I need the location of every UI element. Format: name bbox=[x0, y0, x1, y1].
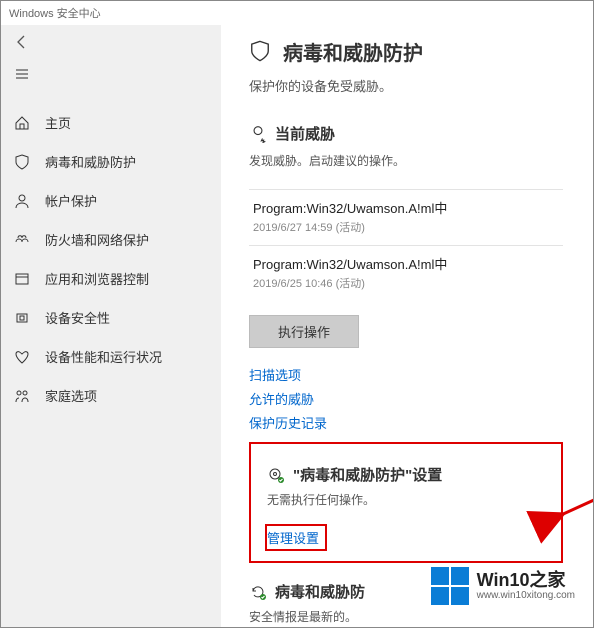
wifi-icon bbox=[13, 231, 31, 249]
page-subtitle: 保护你的设备免受威胁。 bbox=[249, 76, 593, 95]
sidebar-item-label: 家庭选项 bbox=[45, 386, 97, 405]
threats-subheading: 发现威胁。启动建议的操作。 bbox=[249, 152, 593, 169]
threat-item[interactable]: Program:Win32/Uwamson.A!ml中 2019/6/25 10… bbox=[249, 245, 563, 301]
watermark: Win10之家 www.win10xitong.com bbox=[425, 563, 581, 609]
threats-heading: 当前威胁 bbox=[275, 123, 335, 144]
window-titlebar: Windows 安全中心 bbox=[1, 1, 593, 25]
sidebar-item-virus[interactable]: 病毒和威胁防护 bbox=[1, 142, 221, 181]
back-icon[interactable] bbox=[11, 31, 33, 53]
app-icon bbox=[13, 270, 31, 288]
sidebar-item-account[interactable]: 帐户保护 bbox=[1, 181, 221, 220]
link-protection-history[interactable]: 保护历史记录 bbox=[249, 413, 593, 432]
sidebar-item-performance[interactable]: 设备性能和运行状况 bbox=[1, 337, 221, 376]
main-content: 病毒和威胁防护 保护你的设备免受威胁。 当前威胁 发现威胁。启动建议的操作。 P… bbox=[221, 25, 593, 627]
threat-meta: 2019/6/25 10:46 (活动) bbox=[253, 275, 559, 291]
watermark-brand: Win10之家 bbox=[477, 571, 575, 591]
sidebar-item-family[interactable]: 家庭选项 bbox=[1, 376, 221, 415]
sidebar-item-label: 应用和浏览器控制 bbox=[45, 269, 149, 288]
updates-line1: 安全情报是最新的。 bbox=[249, 608, 593, 625]
person-icon bbox=[13, 192, 31, 210]
sidebar-item-firewall[interactable]: 防火墙和网络保护 bbox=[1, 220, 221, 259]
settings-subheading: 无需执行任何操作。 bbox=[267, 491, 545, 508]
settings-section: "病毒和威胁防护"设置 无需执行任何操作。 管理设置 bbox=[249, 442, 563, 563]
threat-name: Program:Win32/Uwamson.A!ml中 bbox=[253, 198, 559, 217]
sidebar-item-label: 病毒和威胁防护 bbox=[45, 152, 136, 171]
manage-settings-link[interactable]: 管理设置 bbox=[267, 526, 325, 549]
link-scan-options[interactable]: 扫描选项 bbox=[249, 365, 593, 384]
updates-heading: 病毒和威胁防 bbox=[275, 581, 365, 602]
threat-icon bbox=[249, 125, 267, 143]
window-title: Windows 安全中心 bbox=[9, 5, 101, 21]
watermark-url: www.win10xitong.com bbox=[477, 590, 575, 601]
home-icon bbox=[13, 114, 31, 132]
sidebar-item-home[interactable]: 主页 bbox=[1, 103, 221, 142]
settings-heading: "病毒和威胁防护"设置 bbox=[293, 464, 442, 485]
chip-icon bbox=[13, 309, 31, 327]
sidebar-item-app[interactable]: 应用和浏览器控制 bbox=[1, 259, 221, 298]
threat-meta: 2019/6/27 14:59 (活动) bbox=[253, 219, 559, 235]
heart-icon bbox=[13, 348, 31, 366]
link-allowed-threats[interactable]: 允许的威胁 bbox=[249, 389, 593, 408]
page-title: 病毒和威胁防护 bbox=[283, 37, 423, 66]
menu-icon[interactable] bbox=[11, 63, 33, 85]
threat-item[interactable]: Program:Win32/Uwamson.A!ml中 2019/6/27 14… bbox=[249, 189, 563, 245]
sidebar: 主页 病毒和威胁防护 帐户保护 防火墙和网络保护 应用和浏览器控制 bbox=[1, 25, 221, 627]
sidebar-item-label: 主页 bbox=[45, 113, 71, 132]
windows-logo-icon bbox=[431, 567, 469, 605]
threat-name: Program:Win32/Uwamson.A!ml中 bbox=[253, 254, 559, 273]
shield-icon bbox=[249, 40, 273, 64]
take-action-button[interactable]: 执行操作 bbox=[249, 315, 359, 348]
sidebar-item-label: 帐户保护 bbox=[45, 191, 97, 210]
shield-icon bbox=[13, 153, 31, 171]
family-icon bbox=[13, 387, 31, 405]
sidebar-item-label: 设备安全性 bbox=[45, 308, 110, 327]
sidebar-item-device-security[interactable]: 设备安全性 bbox=[1, 298, 221, 337]
sidebar-item-label: 设备性能和运行状况 bbox=[45, 347, 162, 366]
update-check-icon bbox=[249, 583, 267, 601]
gear-check-icon bbox=[267, 466, 285, 484]
sidebar-item-label: 防火墙和网络保护 bbox=[45, 230, 149, 249]
